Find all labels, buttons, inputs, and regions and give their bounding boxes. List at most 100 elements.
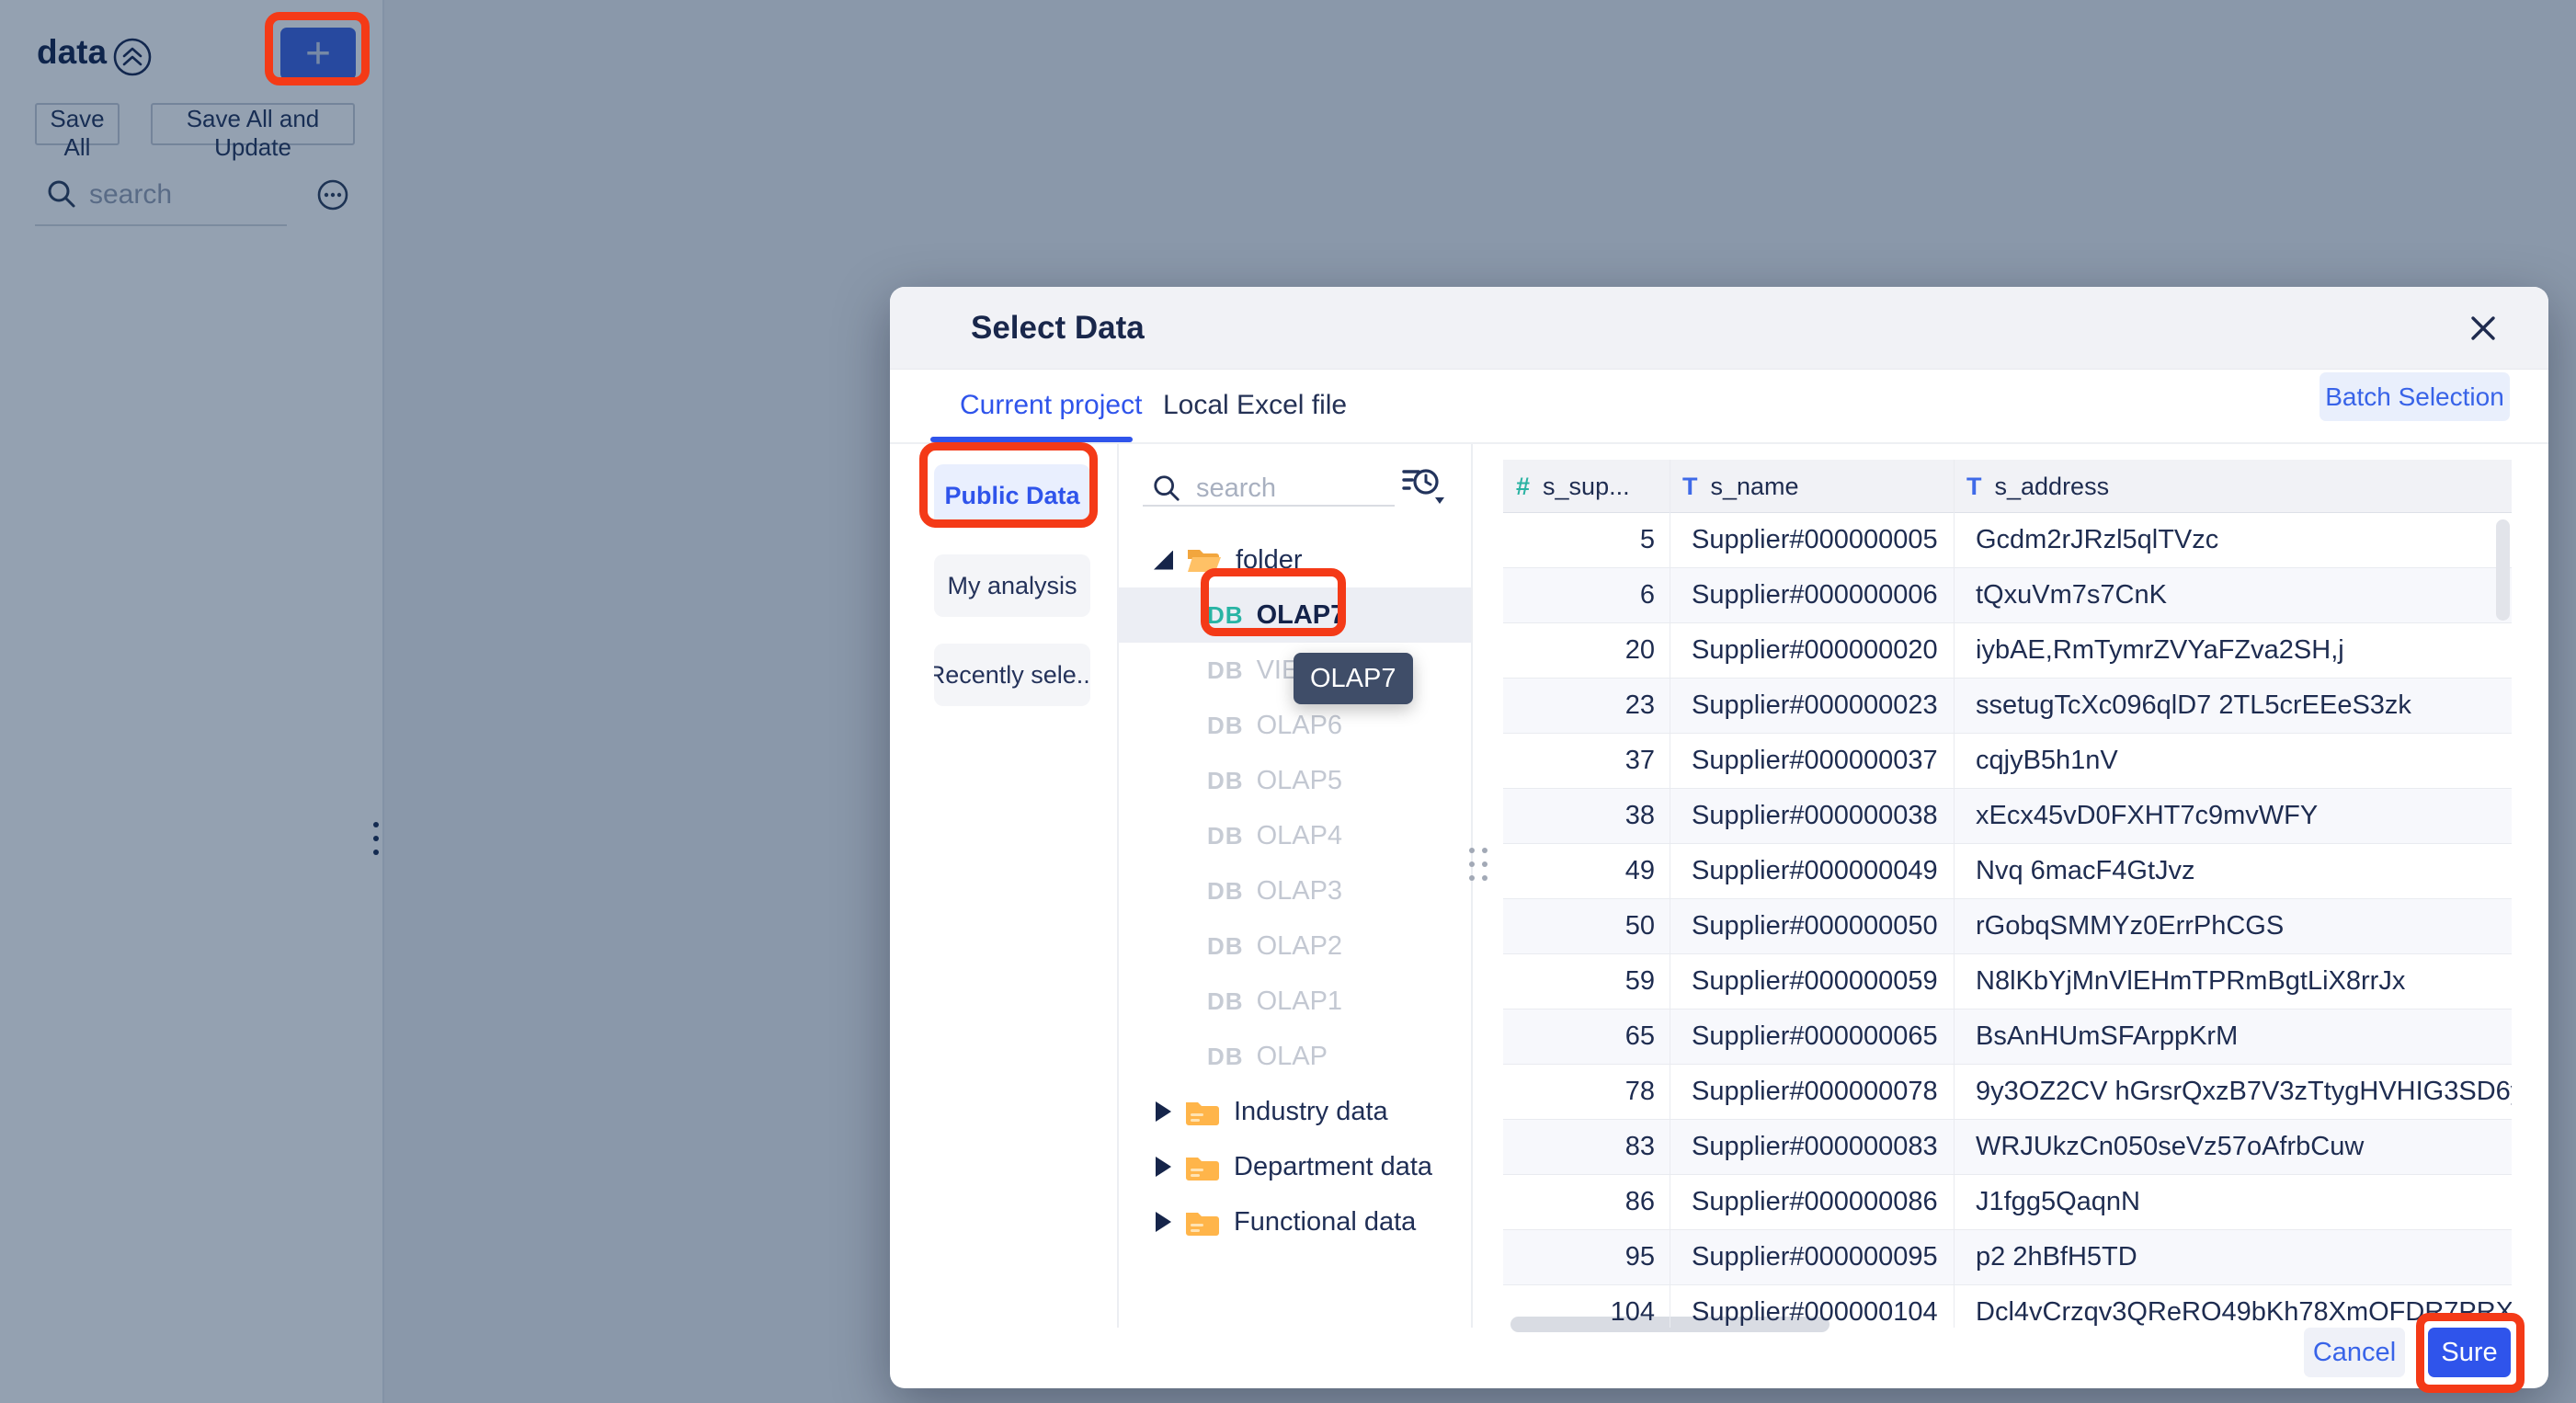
tree-item-department-data[interactable]: Department data — [1117, 1139, 1471, 1194]
category-my-analysis[interactable]: My analysis — [934, 554, 1090, 617]
table-cell: Supplier#000000049 — [1670, 844, 1954, 898]
table-row[interactable]: 95Supplier#000000095p2 2hBfH5TD — [1503, 1230, 2512, 1285]
batch-selection-button[interactable]: Batch Selection — [2320, 372, 2510, 421]
tree-item-olap[interactable]: DBOLAP — [1117, 1029, 1471, 1084]
table-cell: 104 — [1503, 1285, 1670, 1328]
table-cell: ssetugTcXc096qlD7 2TL5crEEeS3zk — [1954, 679, 2512, 733]
table-cell: 6 — [1503, 568, 1670, 622]
table-header: #s_sup...Ts_nameTs_address — [1503, 460, 2512, 513]
tree-item-olap1[interactable]: DBOLAP1 — [1117, 974, 1471, 1029]
table-cell: Supplier#000000037 — [1670, 734, 1954, 788]
tab-current-project[interactable]: Current project — [960, 390, 1142, 421]
tree-list: folderDBOLAP7DBVIEWDBOLAP6DBOLAP5DBOLAP4… — [1117, 444, 1471, 1328]
column-header-s-sup[interactable]: #s_sup... — [1503, 460, 1670, 513]
table-cell: 50 — [1503, 899, 1670, 953]
column-header-label: s_address — [1995, 473, 2110, 501]
table-row[interactable]: 5Supplier#000000005Gcdm2rJRzl5qlTVzc — [1503, 513, 2512, 568]
table-cell: 78 — [1503, 1065, 1670, 1119]
tree-item-olap4[interactable]: DBOLAP4 — [1117, 808, 1471, 863]
table-row[interactable]: 23Supplier#000000023ssetugTcXc096qlD7 2T… — [1503, 679, 2512, 734]
table-cell: iybAE,RmTymrZVYaFZva2SH,j — [1954, 623, 2512, 678]
modal-title: Select Data — [971, 287, 1145, 370]
close-icon[interactable] — [2466, 311, 2501, 346]
table-row[interactable]: 86Supplier#000000086J1fgg5QaqnN — [1503, 1175, 2512, 1230]
table-cell: WRJUkzCn050seVz57oAfrbCuw — [1954, 1120, 2512, 1174]
modal-header: Select Data — [890, 287, 2548, 370]
table-row[interactable]: 59Supplier#000000059N8lKbYjMnVlEHmTPRmBg… — [1503, 954, 2512, 1009]
table-cell: Supplier#000000095 — [1670, 1230, 1954, 1284]
table-cell: 38 — [1503, 789, 1670, 843]
category-recently-sele[interactable]: Recently sele... — [934, 644, 1090, 706]
caret-down-icon[interactable] — [1154, 551, 1173, 570]
tab-local-excel-file[interactable]: Local Excel file — [1163, 390, 1347, 421]
folder-icon — [1184, 1096, 1221, 1127]
column-divider — [1954, 460, 1955, 1328]
tree-panel: folderDBOLAP7DBVIEWDBOLAP6DBOLAP5DBOLAP4… — [1117, 444, 1471, 1328]
database-icon: DB — [1207, 822, 1244, 850]
modal-tabs: Current project Local Excel file — [890, 370, 2548, 444]
table-row[interactable]: 83Supplier#000000083WRJUkzCn050seVz57oAf… — [1503, 1120, 2512, 1175]
vertical-scrollbar[interactable] — [2496, 519, 2510, 621]
tree-item-functional-data[interactable]: Functional data — [1117, 1194, 1471, 1249]
tree-item-olap2[interactable]: DBOLAP2 — [1117, 918, 1471, 974]
table-cell: Supplier#000000104 — [1670, 1285, 1954, 1328]
table-cell: 59 — [1503, 954, 1670, 1009]
table-row[interactable]: 104Supplier#000000104Dcl4vCrzqv3QReRO49b… — [1503, 1285, 2512, 1328]
table-cell: Gcdm2rJRzl5qlTVzc — [1954, 513, 2512, 567]
tree-item-label: OLAP3 — [1257, 876, 1343, 907]
table-cell: Supplier#000000083 — [1670, 1120, 1954, 1174]
database-icon: DB — [1207, 656, 1244, 685]
tree-item-folder[interactable]: folder — [1117, 532, 1471, 587]
table-row[interactable]: 38Supplier#000000038xEcx45vD0FXHT7c9mvWF… — [1503, 789, 2512, 844]
text-column-icon: T — [1966, 473, 1982, 501]
active-tab-indicator — [930, 437, 1133, 442]
category-panel: Public Data My analysis Recently sele... — [890, 444, 1117, 1328]
column-header-label: s_name — [1711, 473, 1799, 501]
table-cell: xEcx45vD0FXHT7c9mvWFY — [1954, 789, 2512, 843]
table-row[interactable]: 78Supplier#0000000789y3OZ2CV hGrsrQxzB7V… — [1503, 1065, 2512, 1120]
column-header-label: s_sup... — [1543, 473, 1630, 501]
table-row[interactable]: 37Supplier#000000037cqjyB5h1nV — [1503, 734, 2512, 789]
cancel-button[interactable]: Cancel — [2304, 1328, 2405, 1377]
table-row[interactable]: 20Supplier#000000020iybAE,RmTymrZVYaFZva… — [1503, 623, 2512, 679]
table-row[interactable]: 49Supplier#000000049Nvq 6macF4GtJvz — [1503, 844, 2512, 899]
column-header-s-name[interactable]: Ts_name — [1670, 460, 1954, 513]
caret-right-icon[interactable] — [1156, 1157, 1171, 1177]
tree-item-olap3[interactable]: DBOLAP3 — [1117, 863, 1471, 918]
tree-item-label: OLAP6 — [1257, 711, 1343, 741]
category-public-data[interactable]: Public Data — [934, 464, 1090, 527]
folder-icon — [1184, 1151, 1221, 1182]
table-cell: 23 — [1503, 679, 1670, 733]
tree-item-industry-data[interactable]: Industry data — [1117, 1084, 1471, 1139]
table-cell: Supplier#000000020 — [1670, 623, 1954, 678]
caret-right-icon[interactable] — [1156, 1101, 1171, 1122]
column-header-s-address[interactable]: Ts_address — [1954, 460, 2512, 513]
panel-divider[interactable] — [1471, 444, 1473, 1328]
tooltip: OLAP7 — [1294, 653, 1413, 704]
table-cell: 86 — [1503, 1175, 1670, 1229]
database-icon: DB — [1207, 987, 1244, 1016]
table-cell: Supplier#000000065 — [1670, 1009, 1954, 1064]
table-cell: 49 — [1503, 844, 1670, 898]
screen: data + Save All Save All and Update — [0, 0, 2576, 1403]
table-cell: p2 2hBfH5TD — [1954, 1230, 2512, 1284]
tree-item-label: Functional data — [1234, 1207, 1416, 1238]
table-row[interactable]: 6Supplier#000000006tQxuVm7s7CnK — [1503, 568, 2512, 623]
table-cell: tQxuVm7s7CnK — [1954, 568, 2512, 622]
table-cell: 9y3OZ2CV hGrsrQxzB7V3zTtygHVHIG3SD6yrz — [1954, 1065, 2512, 1119]
tree-item-olap6[interactable]: DBOLAP6 — [1117, 698, 1471, 753]
table-body: 5Supplier#000000005Gcdm2rJRzl5qlTVzc6Sup… — [1503, 513, 2512, 1328]
sure-button[interactable]: Sure — [2428, 1328, 2511, 1377]
table-row[interactable]: 50Supplier#000000050rGobqSMMYz0ErrPhCGS — [1503, 899, 2512, 954]
table-cell: N8lKbYjMnVlEHmTPRmBgtLiX8rrJx — [1954, 954, 2512, 1009]
database-icon: DB — [1207, 767, 1244, 795]
tree-item-olap5[interactable]: DBOLAP5 — [1117, 753, 1471, 808]
caret-right-icon[interactable] — [1156, 1212, 1171, 1232]
tree-resize-handle[interactable] — [1469, 848, 1487, 881]
table-cell: Supplier#000000059 — [1670, 954, 1954, 1009]
table-row[interactable]: 65Supplier#000000065BsAnHUmSFArppKrM — [1503, 1009, 2512, 1065]
table-cell: Supplier#000000050 — [1670, 899, 1954, 953]
folder-icon — [1186, 544, 1223, 576]
tree-item-olap7[interactable]: DBOLAP7 — [1117, 587, 1471, 643]
table-cell: 37 — [1503, 734, 1670, 788]
